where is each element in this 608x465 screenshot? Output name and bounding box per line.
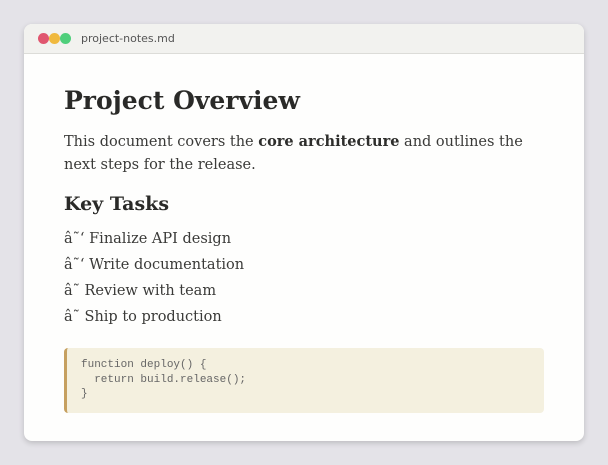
intro-text-start: This document covers the [64,134,259,150]
intro-paragraph: This document covers the core architectu… [64,130,544,177]
task-item: â˜‘ Finalize API design [64,226,544,252]
task-checkbox-glyph: â˜‘ [64,231,85,247]
task-list: â˜‘ Finalize API design â˜‘ Write docume… [64,226,544,330]
code-line: function deploy() { [81,359,207,371]
code-block: function deploy() { return build.release… [64,348,544,413]
task-checkbox-glyph: â˜ [64,283,80,299]
task-checkbox-glyph: â˜ [64,309,80,325]
intro-bold-text: core architecture [258,133,400,150]
task-item: â˜ Review with team [64,278,544,304]
maximize-window-dot[interactable] [60,33,71,44]
task-text: Write documentation [89,257,245,273]
document-title: Project Overview [64,86,300,115]
task-checkbox-glyph: â˜‘ [64,257,85,273]
window-filename: project-notes.md [81,32,175,45]
task-text: Finalize API design [89,231,232,247]
code-line: } [81,388,88,400]
close-window-dot[interactable] [38,33,49,44]
task-text: Review with team [84,283,217,299]
task-item: â˜‘ Write documentation [64,252,544,278]
title-bar: project-notes.md [24,24,584,54]
code-line: return build.release(); [81,373,247,386]
document-content: Project Overview This document covers th… [24,86,584,413]
minimize-window-dot[interactable] [49,33,60,44]
editor-window: project-notes.md Project Overview This d… [24,24,584,441]
section-heading: Key Tasks [64,193,170,215]
task-item: â˜ Ship to production [64,304,544,330]
task-text: Ship to production [84,309,222,325]
